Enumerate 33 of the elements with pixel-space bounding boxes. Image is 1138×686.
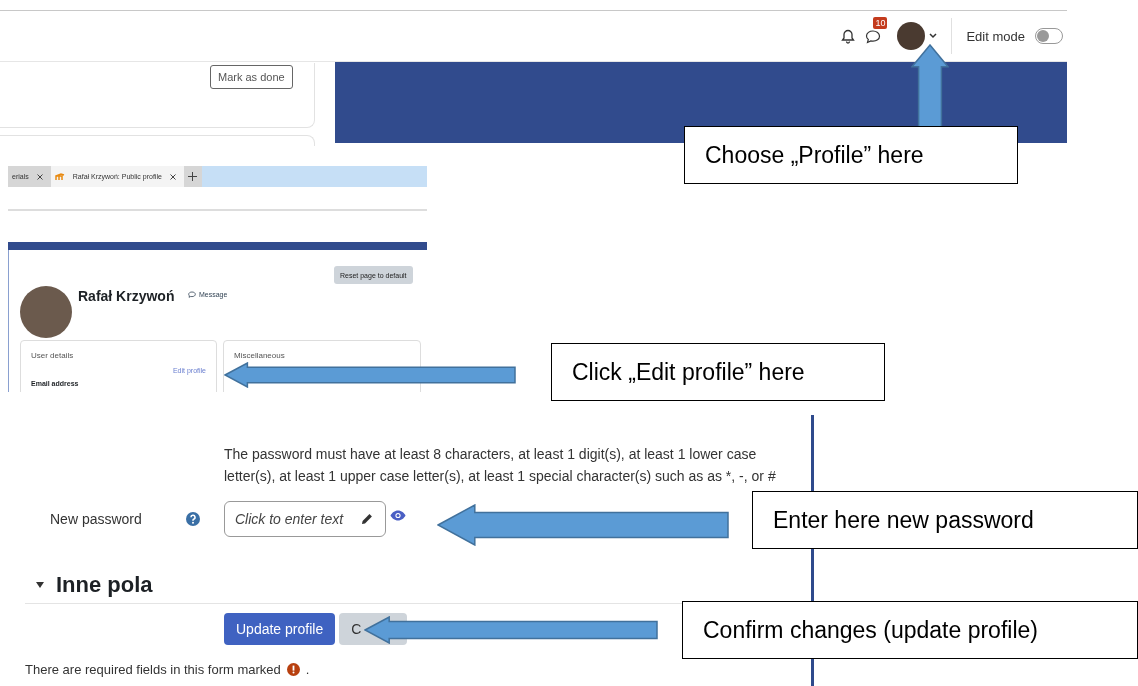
edit-mode-toggle[interactable]: [1035, 28, 1063, 44]
callout-box: Confirm changes (update profile): [682, 601, 1138, 659]
close-icon[interactable]: [36, 173, 43, 180]
close-icon[interactable]: [169, 173, 176, 180]
new-tab-plus-icon[interactable]: [188, 172, 198, 181]
edit-mode-label: Edit mode: [966, 28, 1025, 44]
avatar-circle[interactable]: [897, 22, 926, 50]
new-password-label: New password: [50, 511, 142, 527]
profile-photo-placeholder: [20, 286, 72, 338]
callout-box: Click „Edit profile” here: [551, 343, 885, 401]
required-fields-note: There are required fields in this form marked: [25, 662, 281, 677]
profile-name: Rafał Krzywoń: [78, 288, 175, 304]
update-profile-button[interactable]: Update profile: [224, 613, 336, 645]
callout-box: Enter here new password: [752, 491, 1138, 549]
pencil-icon: [361, 513, 373, 525]
period-text: .: [305, 662, 310, 677]
chat-icon[interactable]: [865, 29, 882, 44]
card-title: Miscellaneous: [234, 351, 285, 360]
bell-icon[interactable]: [841, 28, 856, 44]
eye-icon[interactable]: [390, 510, 406, 521]
section-heading: Inne pola: [56, 572, 153, 598]
notification-badge: 10: [873, 17, 888, 29]
mark-as-done-button[interactable]: Mark as done: [210, 65, 293, 89]
card-title: User details: [31, 351, 74, 360]
exclamation-icon: [286, 663, 300, 676]
caret-icon[interactable]: [929, 33, 938, 39]
password-field[interactable]: Click to enter text: [224, 501, 386, 537]
chat-icon[interactable]: [188, 291, 196, 298]
caret-icon[interactable]: [36, 582, 44, 588]
callout-box: Choose „Profile” here: [684, 126, 1018, 184]
help-icon[interactable]: [186, 512, 200, 526]
password-rules-text: The password must have at least 8 characters, at least 1 digit(s), at least 1 lower case letter(s), at least 1 upper case letter(s), at least 1 special character(s) such as as *, -, or #: [224, 445, 777, 486]
site-logo-icon: [54, 172, 65, 181]
